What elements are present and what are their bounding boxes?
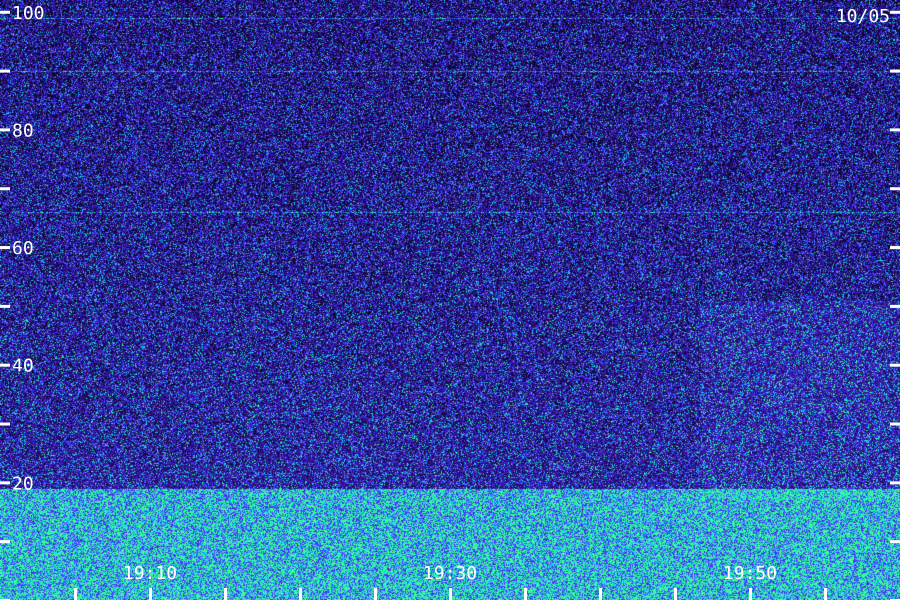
y-tick-left — [0, 363, 10, 367]
y-tick-labels: 20 40 60 80 100 — [12, 3, 45, 495]
y-tick-left — [0, 128, 10, 132]
x-tick — [224, 588, 227, 600]
y-tick-left — [0, 69, 10, 73]
x-tick-label: 19:10 — [123, 563, 177, 584]
y-tick-left — [0, 481, 10, 485]
x-tick — [374, 588, 377, 600]
y-tick-right — [890, 422, 900, 426]
y-tick-right — [890, 304, 900, 308]
y-axis-right — [890, 10, 900, 600]
y-tick-right — [890, 540, 900, 544]
x-tick — [674, 588, 677, 600]
y-tick-label: 40 — [12, 356, 34, 377]
y-tick-label: 60 — [12, 238, 34, 259]
y-tick-label: 20 — [12, 473, 34, 494]
y-tick-left — [0, 540, 10, 544]
x-tick — [749, 588, 752, 600]
y-tick-right — [890, 187, 900, 191]
x-tick-label: 19:30 — [423, 563, 477, 584]
y-axis-left — [0, 10, 10, 600]
date-label: 10/05 — [836, 6, 890, 27]
x-tick — [74, 588, 77, 600]
y-tick-right — [890, 246, 900, 250]
y-tick-left — [0, 187, 10, 191]
axis-overlay: 20 40 60 80 100 19:10 19:30 19:50 10/05 — [0, 3, 900, 600]
x-tick — [599, 588, 602, 600]
x-tick-label: 19:50 — [723, 563, 777, 584]
spectrogram-view: 20 40 60 80 100 19:10 19:30 19:50 10/05 — [0, 0, 900, 600]
x-axis — [74, 588, 827, 600]
y-tick-left — [0, 304, 10, 308]
x-tick — [824, 588, 827, 600]
y-tick-left — [0, 422, 10, 426]
y-tick-right — [890, 481, 900, 485]
x-tick-labels: 19:10 19:30 19:50 — [123, 563, 777, 584]
y-tick-right — [890, 69, 900, 73]
x-tick — [524, 588, 527, 600]
y-tick-right — [890, 128, 900, 132]
y-tick-right — [890, 10, 900, 14]
y-tick-right — [890, 363, 900, 367]
y-tick-left — [0, 10, 10, 14]
y-tick-left — [0, 246, 10, 250]
x-tick — [299, 588, 302, 600]
x-tick — [149, 588, 152, 600]
x-tick — [449, 588, 452, 600]
y-tick-label: 80 — [12, 120, 34, 141]
y-tick-label: 100 — [12, 3, 45, 24]
